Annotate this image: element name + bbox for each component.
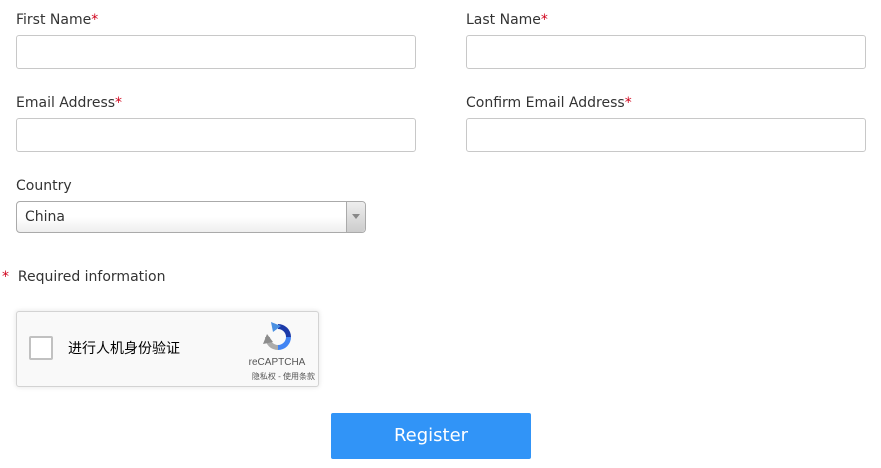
country-label-text: Country: [16, 178, 72, 194]
last-name-label-text: Last Name: [466, 12, 541, 28]
country-select[interactable]: China: [16, 201, 366, 233]
registration-form: First Name* Last Name* Email Address* Co…: [0, 0, 881, 468]
recaptcha-widget: 进行人机身份验证 reCAPTCHA 隐私权 - 使用条款: [16, 311, 319, 387]
confirm-email-label-text: Confirm Email Address: [466, 95, 625, 111]
recaptcha-checkbox[interactable]: [29, 336, 53, 360]
first-name-label-text: First Name: [16, 12, 92, 28]
recaptcha-label: 进行人机身份验证: [68, 341, 180, 357]
recaptcha-brand: reCAPTCHA: [248, 357, 306, 368]
confirm-email-label: Confirm Email Address*: [466, 94, 632, 112]
required-asterisk: *: [540, 12, 548, 28]
email-label-text: Email Address: [16, 95, 116, 111]
required-information-note: * Required information: [2, 268, 165, 286]
required-information-text: Required information: [17, 269, 166, 285]
recaptcha-logo-icon: [263, 322, 291, 350]
required-asterisk: *: [91, 12, 99, 28]
required-asterisk: *: [2, 269, 9, 285]
chevron-down-icon: [352, 214, 360, 219]
email-label: Email Address*: [16, 94, 122, 112]
recaptcha-privacy-terms-links[interactable]: 隐私权 - 使用条款: [225, 372, 315, 382]
register-button[interactable]: Register: [331, 413, 531, 459]
country-select-toggle[interactable]: [346, 202, 365, 232]
last-name-input[interactable]: [466, 35, 866, 69]
required-asterisk: *: [115, 95, 123, 111]
first-name-input[interactable]: [16, 35, 416, 69]
first-name-label: First Name*: [16, 11, 98, 29]
last-name-label: Last Name*: [466, 11, 548, 29]
email-input[interactable]: [16, 118, 416, 152]
required-asterisk: *: [624, 95, 632, 111]
confirm-email-input[interactable]: [466, 118, 866, 152]
country-label: Country: [16, 177, 72, 195]
country-selected-value: China: [25, 209, 65, 225]
